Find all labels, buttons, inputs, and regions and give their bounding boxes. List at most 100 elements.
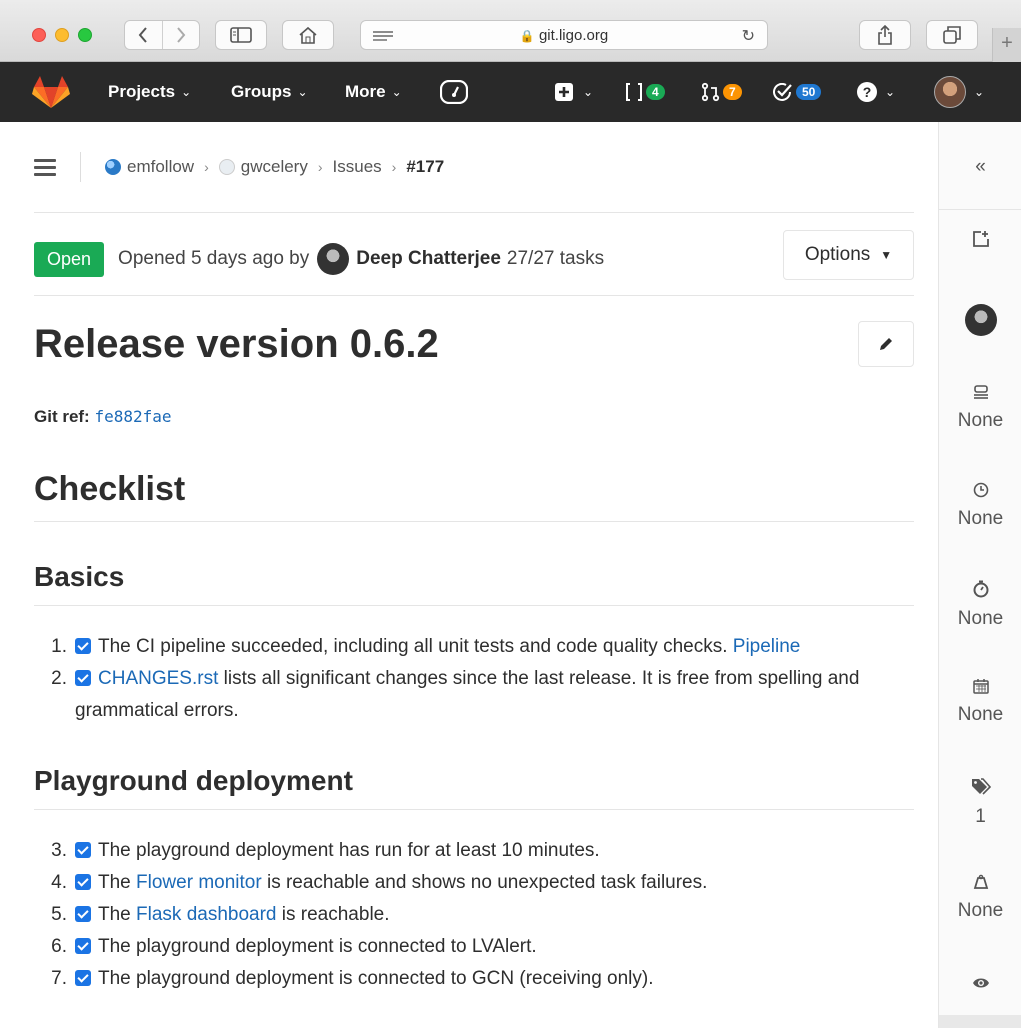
task-checkbox[interactable] [75,938,91,954]
item-text: The playground deployment has run for at… [75,835,914,867]
eye-icon [972,978,989,988]
issue-header: Open Opened 5 days ago by Deep Chatterje… [34,230,914,280]
close-window-button[interactable] [32,28,46,42]
breadcrumb-issue-number[interactable]: #177 [406,157,444,177]
gitlab-logo[interactable] [32,62,70,122]
share-button[interactable] [859,20,911,50]
divider [939,209,1021,210]
address-bar[interactable]: 🔒 git.ligo.org ↻ [360,20,768,50]
user-menu[interactable]: ⌄ [934,62,984,122]
home-button[interactable] [282,20,334,50]
item-link[interactable]: Flower monitor [136,872,262,893]
divider [80,152,81,182]
caret-down-icon: ▼ [880,248,893,262]
sidebar-toggle-button[interactable] [215,20,267,50]
help-menu[interactable]: ? ⌄ [857,62,895,122]
git-ref-commit[interactable]: fe882fae [94,407,171,426]
divider [34,605,914,606]
checklist-item: 4. The Flower monitor is reachable and sh… [34,867,914,899]
more-menu[interactable]: More ⌄ [345,62,402,122]
back-button[interactable] [125,21,162,49]
author-link[interactable]: Deep Chatterjee [356,248,501,270]
todo-add-button[interactable] [939,230,1021,254]
minimize-window-button[interactable] [55,28,69,42]
checklist-item: 7. The playground deployment is connected… [34,963,914,995]
top-navbar: Projects ⌄ Groups ⌄ More ⌄ ⌄ 4 7 50 ? ⌄ ⌄ [0,62,1021,122]
milestone[interactable]: None [939,384,1021,432]
divider [34,212,914,213]
item-text: The CI pipeline succeeded, including all… [75,631,914,663]
sidebar-icon [230,27,252,43]
chevron-down-icon: ⌄ [583,85,594,99]
browser-toolbar: 🔒 git.ligo.org ↻ + [0,0,1021,62]
author-avatar[interactable] [317,243,350,275]
task-checkbox[interactable] [75,638,91,654]
url-value: git.ligo.org [538,27,609,44]
more-label: More [345,82,386,101]
breadcrumb-project-link[interactable]: gwcelery [241,157,308,177]
playground-checklist: 3. The playground deployment has run for … [34,835,914,995]
item-number: 5. [51,904,67,925]
item-link[interactable]: Pipeline [733,636,801,657]
new-tab-button[interactable]: + [992,28,1021,62]
opened-text: Opened 5 days ago by [118,248,310,269]
time-tracking-value: None [957,508,1004,529]
checklist-item: 5. The Flask dashboard is reachable. [34,899,914,931]
checklist-heading: Checklist [34,470,186,508]
calendar-icon [972,679,989,694]
item-number: 1. [51,636,67,657]
forward-button[interactable] [161,21,199,49]
item-number: 7. [51,968,67,989]
collapse-sidebar-button[interactable]: « [939,156,1021,178]
edit-title-button[interactable] [858,321,914,367]
url-text: 🔒 git.ligo.org [361,27,767,44]
time-tracking[interactable]: None [939,482,1021,530]
task-checkbox[interactable] [75,670,91,686]
timer[interactable]: None [939,580,1021,630]
reload-icon[interactable]: ↻ [742,26,755,46]
projects-menu[interactable]: Projects ⌄ [108,62,191,122]
groups-menu[interactable]: Groups ⌄ [231,62,308,122]
zoom-window-button[interactable] [78,28,92,42]
breadcrumb-group-link[interactable]: emfollow [127,157,194,177]
task-checkbox[interactable] [75,970,91,986]
chevron-down-icon: ⌄ [885,85,896,99]
divider [34,295,914,296]
issues-shortcut[interactable]: 4 [625,62,665,122]
weight-icon [973,874,988,889]
question-circle-icon: ? [857,82,877,102]
merge-requests-shortcut[interactable]: 7 [702,62,742,122]
due-date[interactable]: None [939,678,1021,726]
item-text: The playground deployment is connected t… [75,931,914,963]
performance-bar-button[interactable] [440,62,468,122]
issues-icon [626,83,642,101]
options-dropdown-button[interactable]: Options ▼ [783,230,914,280]
item-number: 2. [51,668,67,689]
task-checkbox[interactable] [75,906,91,922]
history-nav [124,20,200,50]
weight-value: None [957,900,1004,921]
due-date-value: None [957,704,1004,725]
item-link[interactable]: CHANGES.rst [98,668,218,689]
breadcrumb-issues-link[interactable]: Issues [333,157,382,177]
notifications-toggle[interactable] [939,974,1021,996]
weight[interactable]: None [939,874,1021,922]
checklist-item: 6. The playground deployment is connected… [34,931,914,963]
item-link[interactable]: Flask dashboard [136,904,276,925]
project-avatar-icon [218,159,235,175]
tags-icon [971,778,991,795]
task-checkbox[interactable] [75,874,91,890]
chevron-down-icon: ⌄ [391,85,402,99]
menu-icon[interactable] [34,158,56,176]
assignee[interactable] [939,304,1021,336]
labels[interactable]: 1 [939,778,1021,828]
playground-heading: Playground deployment [34,765,353,796]
task-checkbox[interactable] [75,842,91,858]
status-badge: Open [34,241,105,277]
checklist-item: 3. The playground deployment has run for … [34,835,914,867]
chevron-down-icon: ⌄ [974,85,985,99]
new-item-dropdown[interactable]: ⌄ [555,62,593,122]
todos-shortcut[interactable]: 50 [773,62,822,122]
tabs-overview-button[interactable] [926,20,978,50]
merge-requests-count-badge: 7 [723,84,742,100]
